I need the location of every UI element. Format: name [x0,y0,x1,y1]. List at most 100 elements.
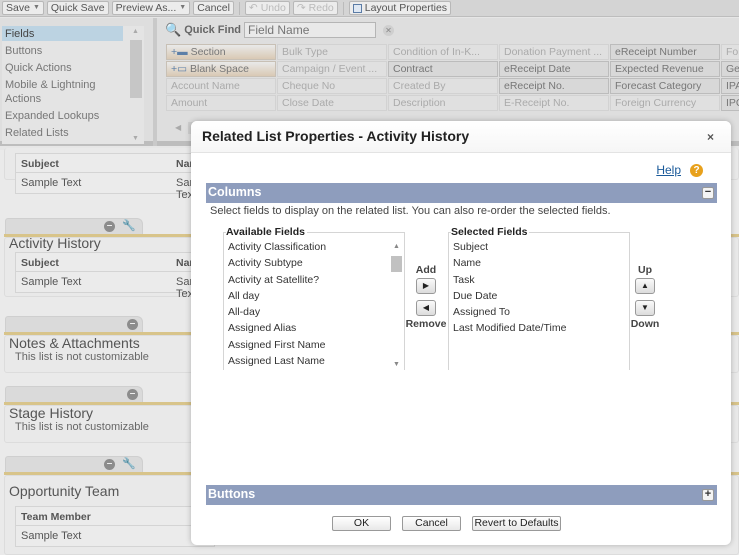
divider [238,1,240,15]
list-item[interactable]: Assigned Last Name [228,355,326,371]
quick-find-input[interactable] [244,22,377,38]
field-item[interactable]: eReceipt No. [499,78,609,94]
section-handle[interactable]: – [5,386,143,402]
available-fields-scrollbar[interactable]: ▲ ▼ [389,238,404,368]
scroll-left-icon[interactable]: ◀ [175,123,181,132]
list-item[interactable]: Activity at Satellite? [228,274,326,290]
field-item[interactable]: Campaign / Event ... [277,61,387,77]
field-item[interactable]: eReceipt Date [499,61,609,77]
field-item[interactable]: Bulk Type [277,44,387,60]
field-item[interactable]: Contract [388,61,498,77]
field-item[interactable]: Ge [721,61,739,77]
list-item[interactable]: Assigned First Name [228,339,326,355]
chevron-down-icon[interactable]: ▼ [33,2,40,14]
cancel-button[interactable]: Cancel [193,1,234,15]
scroll-up-icon[interactable]: ▲ [393,243,400,250]
undo-button[interactable]: ↶ Undo [244,1,290,15]
help-icon[interactable]: ? [690,163,703,177]
available-fields-list[interactable]: Activity Classification Activity Subtype… [228,241,326,371]
save-button[interactable]: Save ▼ [2,1,44,15]
selected-fields-list[interactable]: Subject Name Task Due Date Assigned To L… [453,241,566,339]
field-item[interactable]: IPA [721,78,739,94]
section-handle[interactable]: – [5,316,143,332]
scroll-down-icon[interactable]: ▼ [132,135,139,142]
remove-icon[interactable]: – [127,389,138,400]
scroll-thumb[interactable] [130,40,142,98]
layout-properties-button[interactable]: Layout Properties [348,1,452,15]
list-item[interactable]: Assigned To [453,306,566,322]
column-header: SubjectName [16,253,214,272]
quick-find: 🔍 Quick Find ✕ [165,22,395,38]
wrench-icon[interactable]: 🔧 [122,219,136,232]
list-item[interactable]: Activity Subtype [228,257,326,273]
available-fields-box: Available Fields Activity Classification… [223,226,405,371]
list-item[interactable]: Subject [453,241,566,257]
ok-button[interactable]: OK [332,516,391,531]
save-label: Save [6,2,30,14]
field-item[interactable]: Amount [166,95,276,111]
scroll-up-icon[interactable]: ▲ [132,28,139,35]
wrench-icon[interactable]: 🔧 [122,457,136,470]
list-item[interactable]: All day [228,290,326,306]
field-item[interactable]: E-Receipt No. [499,95,609,111]
field-item[interactable]: Description [388,95,498,111]
scroll-thumb[interactable] [391,256,402,272]
field-item[interactable]: Expected Revenue [610,61,720,77]
list-item[interactable]: Last Modified Date/Time [453,322,566,338]
list-item[interactable]: Activity Classification [228,241,326,257]
help-link[interactable]: Help [656,163,681,177]
remove-icon[interactable]: – [104,459,115,470]
field-item[interactable]: Donation Payment ... [499,44,609,60]
buttons-section-header: Buttons + [206,485,717,505]
category-fields[interactable]: Fields [2,26,123,41]
field-item[interactable]: Forecast Category [610,78,720,94]
list-item[interactable]: Name [453,257,566,273]
category-mobile-lightning-actions[interactable]: Mobile & Lightning Actions [2,77,122,106]
column-header: Team Member [16,507,214,526]
list-item[interactable]: Assigned Alias [228,322,326,338]
field-item[interactable]: Account Name [166,78,276,94]
category-quick-actions[interactable]: Quick Actions [2,60,144,75]
category-report-charts[interactable]: Report Charts [2,142,144,144]
clear-icon[interactable]: ✕ [383,24,395,36]
field-item[interactable]: Close Date [277,95,387,111]
list-item[interactable]: Due Date [453,290,566,306]
palette-divider[interactable] [153,18,157,146]
category-expanded-lookups[interactable]: Expanded Lookups [2,108,144,123]
quick-save-button[interactable]: Quick Save [46,1,109,15]
close-icon[interactable]: × [707,130,714,144]
section-handle[interactable]: – 🔧 [5,218,143,234]
expand-icon[interactable]: + [702,489,714,501]
field-item[interactable]: IPC [721,95,739,111]
remove-button[interactable]: ◀ [416,300,436,316]
remove-icon[interactable]: – [104,221,115,232]
collapse-icon[interactable]: − [702,187,714,199]
field-item[interactable]: Foreign Currency [610,95,720,111]
revert-to-defaults-button[interactable]: Revert to Defaults [472,516,561,531]
add-button[interactable]: ▶ [416,278,436,294]
category-related-lists[interactable]: Related Lists [2,125,144,140]
section-icon: +▬ [171,46,191,58]
move-down-button[interactable]: ▼ [635,300,655,316]
field-item[interactable]: Condition of In-K... [388,44,498,60]
cancel-button[interactable]: Cancel [402,516,461,531]
scroll-down-icon[interactable]: ▼ [393,361,400,368]
field-item[interactable]: Created By [388,78,498,94]
arrow-down-icon: ▼ [641,303,649,312]
section-handle[interactable]: – 🔧 [5,456,143,472]
redo-button[interactable]: ↷ Redo [292,1,338,15]
field-blank-space[interactable]: +▭ Blank Space [166,61,276,77]
field-item[interactable]: For [721,44,739,60]
category-scrollbar[interactable]: ▲ ▼ [130,28,142,142]
field-item[interactable]: eReceipt Number [610,44,720,60]
move-up-button[interactable]: ▲ [635,278,655,294]
preview-as-button[interactable]: Preview As... ▼ [111,1,191,15]
field-item[interactable]: Cheque No [277,78,387,94]
column-subject: Subject [21,257,59,269]
section-title: Stage History [9,405,94,421]
list-item[interactable]: All-day [228,306,326,322]
list-item[interactable]: Task [453,274,566,290]
remove-icon[interactable]: – [127,319,138,330]
category-buttons[interactable]: Buttons [2,43,144,58]
field-section[interactable]: +▬ Section [166,44,276,60]
